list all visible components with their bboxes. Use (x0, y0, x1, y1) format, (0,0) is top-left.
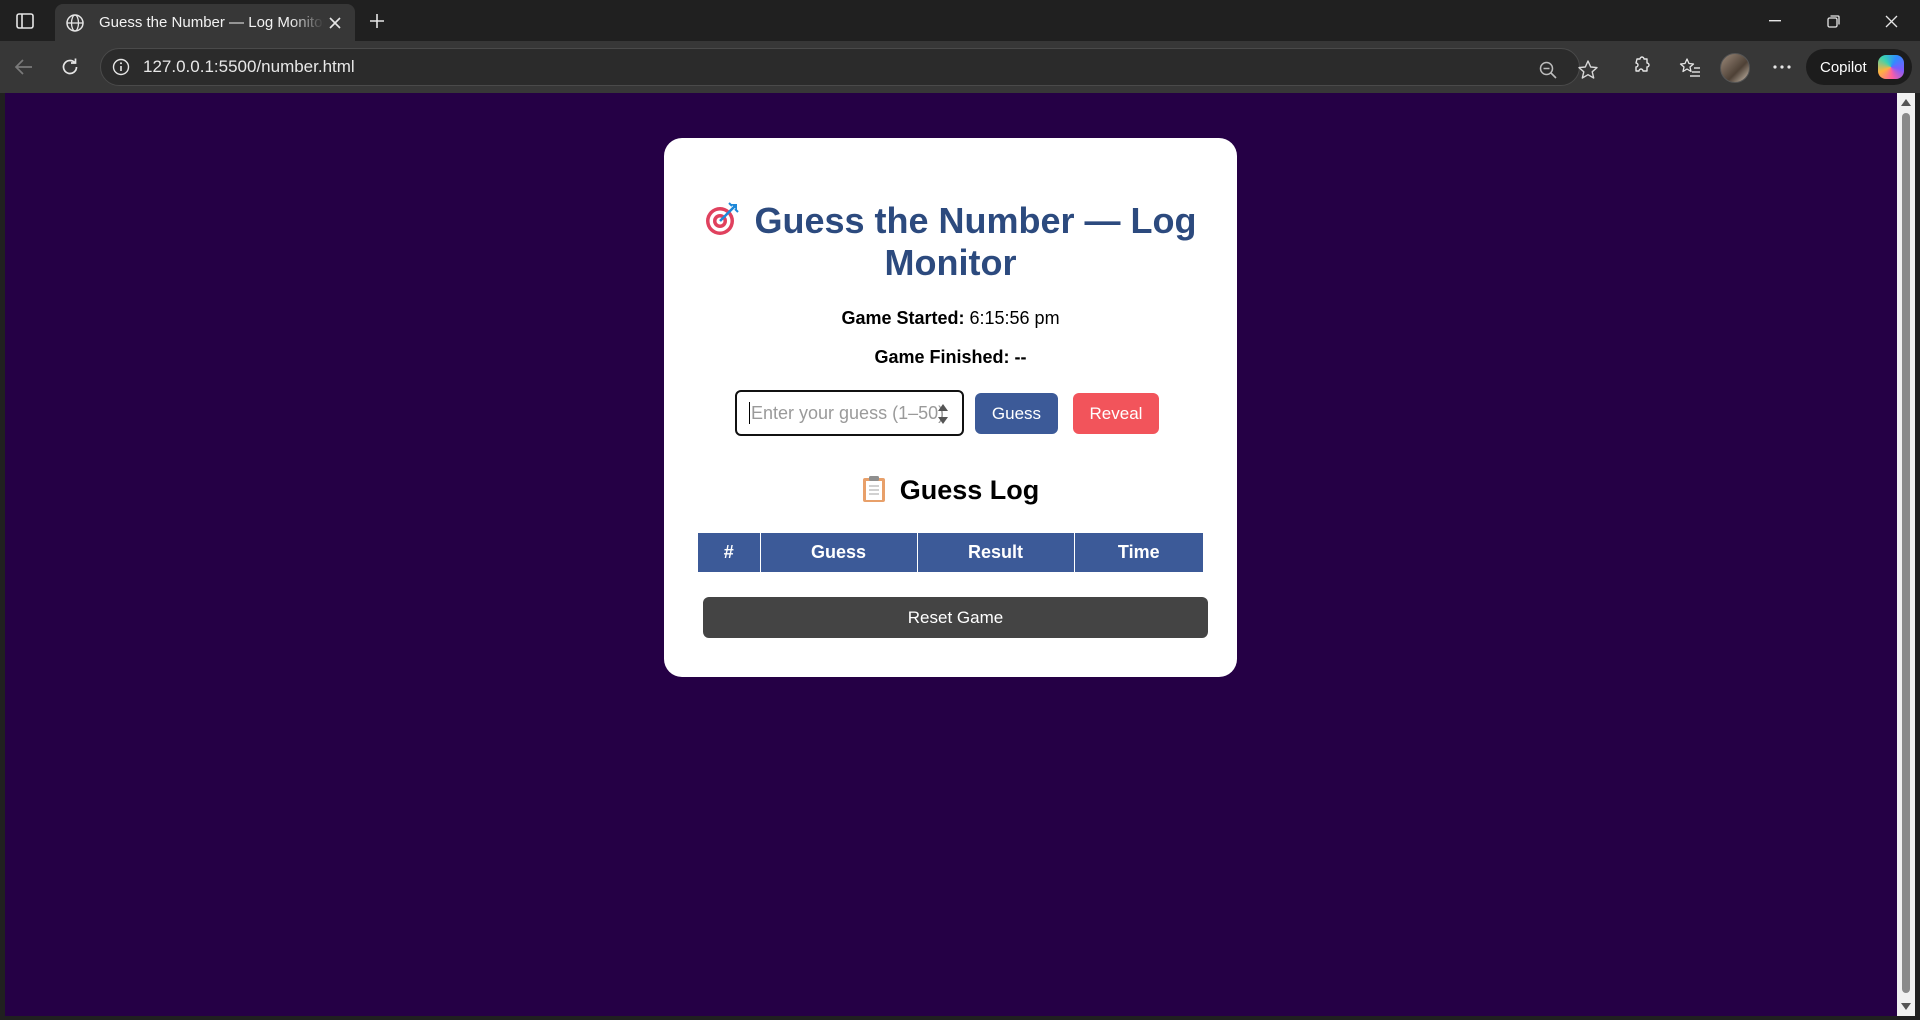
site-info-icon[interactable] (111, 57, 131, 77)
extensions-icon[interactable] (1624, 51, 1656, 83)
guess-log-table: # Guess Result Time (698, 533, 1203, 573)
restore-icon[interactable] (1810, 6, 1856, 36)
tab-title: Guess the Number — Log Monitor (99, 14, 324, 31)
tab-actions-icon[interactable] (10, 8, 40, 34)
browser-toolbar: 127.0.0.1:5500/number.html Copilot (0, 41, 1920, 93)
reveal-button[interactable]: Reveal (1073, 393, 1159, 434)
active-tab[interactable]: Guess the Number — Log Monitor (55, 4, 355, 41)
game-started-line: Game Started: 6:15:56 pm (664, 308, 1237, 329)
target-icon (706, 202, 740, 235)
number-spinner[interactable] (938, 403, 950, 425)
vertical-scrollbar[interactable] (1897, 93, 1915, 1016)
tab-strip: Guess the Number — Log Monitor (0, 0, 1920, 41)
page-title-text: Guess the Number — Log Monitor (754, 200, 1197, 283)
refresh-icon[interactable] (54, 51, 86, 83)
copilot-label: Copilot (1820, 58, 1867, 76)
scrollbar-thumb[interactable] (1902, 113, 1910, 993)
close-tab-icon[interactable] (325, 13, 345, 33)
game-started-label: Game Started: (841, 308, 965, 328)
column-header-time: Time (1073, 533, 1203, 573)
window-edge (1915, 93, 1920, 1020)
favorite-star-icon[interactable] (1573, 55, 1603, 85)
profile-avatar[interactable] (1720, 53, 1750, 83)
page-title: Guess the Number — Log Monitor (664, 200, 1237, 284)
new-tab-icon[interactable] (364, 8, 390, 34)
guess-button[interactable]: Guess (975, 393, 1058, 434)
scroll-down-icon[interactable] (1901, 1003, 1911, 1010)
game-finished-value: -- (1014, 347, 1027, 367)
back-icon[interactable] (8, 51, 40, 83)
reset-game-button[interactable]: Reset Game (703, 597, 1208, 638)
game-started-value: 6:15:56 pm (969, 308, 1060, 328)
guess-input-placeholder: Enter your guess (1–50) (751, 402, 945, 423)
guess-input[interactable]: Enter your guess (1–50) (735, 390, 964, 436)
text-caret (749, 402, 750, 424)
title-row: Guess the Number — Log Monitor (664, 200, 1237, 284)
column-header-guess: Guess (759, 533, 918, 573)
spinner-up-icon[interactable] (938, 404, 948, 411)
spinner-down-icon[interactable] (938, 417, 948, 424)
scroll-up-icon[interactable] (1901, 99, 1911, 106)
column-header-number: # (698, 533, 761, 573)
guess-log-title: Guess Log (899, 475, 1040, 505)
copilot-button[interactable]: Copilot (1806, 49, 1912, 85)
zoom-out-icon[interactable] (1533, 55, 1563, 85)
window-edge-bottom (0, 1016, 1920, 1020)
address-bar[interactable]: 127.0.0.1:5500/number.html (100, 48, 1598, 86)
url-text: 127.0.0.1:5500/number.html (143, 57, 355, 76)
game-card: Guess the Number — Log Monitor Game Star… (664, 138, 1237, 677)
guess-log-heading: Guess Log (664, 475, 1237, 506)
game-finished-line: Game Finished: -- (664, 347, 1237, 368)
globe-icon (65, 12, 87, 34)
clipboard-icon (862, 476, 885, 502)
close-window-icon[interactable] (1868, 6, 1914, 36)
copilot-logo-icon (1878, 55, 1904, 79)
table-header-row: # Guess Result Time (698, 533, 1203, 573)
more-options-icon[interactable] (1766, 51, 1798, 83)
favorites-list-icon[interactable] (1674, 51, 1706, 83)
game-finished-label: Game Finished: (874, 347, 1010, 367)
minimize-icon[interactable] (1752, 6, 1798, 36)
column-header-result: Result (916, 533, 1075, 573)
